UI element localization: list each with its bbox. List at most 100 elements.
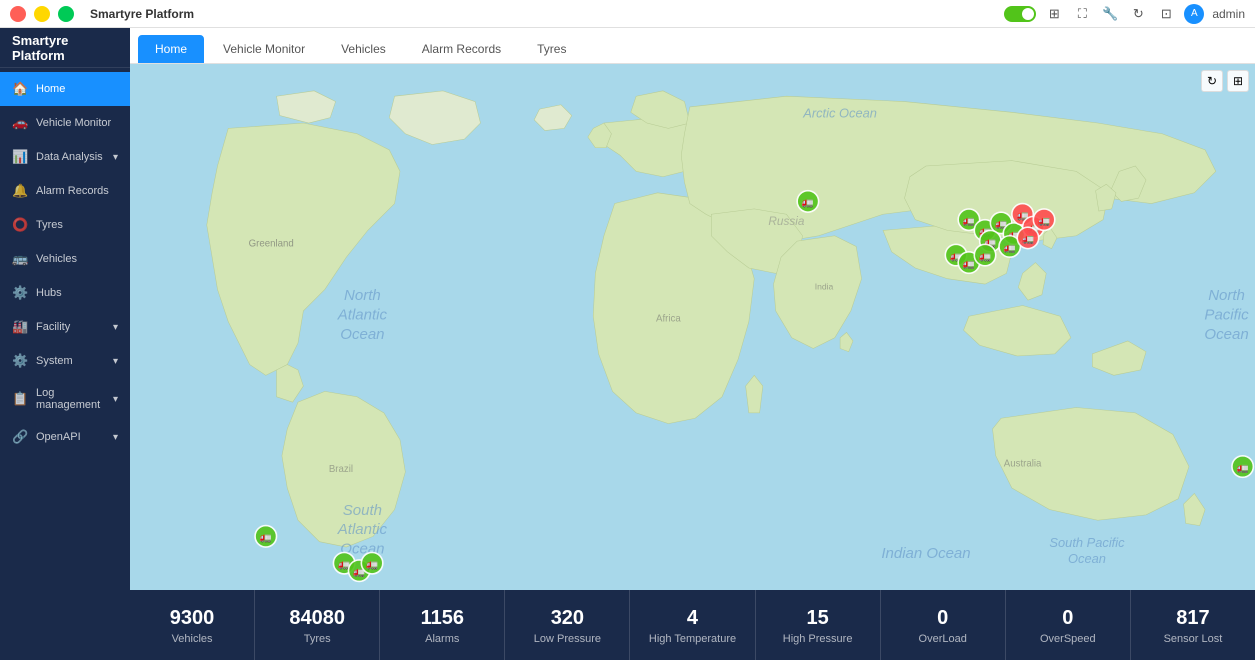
nav-icon: 📊 — [12, 149, 28, 165]
nav-label: Hubs — [36, 287, 62, 299]
world-map: North Atlantic Ocean North Pacific Ocean… — [130, 64, 1255, 590]
svg-text:South: South — [343, 502, 382, 519]
stat-value: 320 — [551, 606, 584, 630]
stat-value: 817 — [1176, 606, 1209, 630]
sidebar: Smartyre Platform 🏠 Home 🚗 Vehicle Monit… — [0, 28, 130, 660]
expand-icon: ▾ — [113, 152, 118, 163]
svg-text:🚛: 🚛 — [1038, 216, 1050, 227]
expand-icon: ▾ — [113, 356, 118, 367]
nav-icon: 🏭 — [12, 319, 28, 335]
svg-text:🚛: 🚛 — [366, 559, 378, 570]
expand-icon[interactable]: ⊡ — [1156, 4, 1176, 24]
svg-text:🚛: 🚛 — [802, 198, 814, 209]
svg-text:Brazil: Brazil — [329, 464, 353, 475]
sidebar-item-data-analysis[interactable]: 📊 Data Analysis ▾ — [0, 140, 130, 174]
close-btn[interactable] — [10, 6, 26, 22]
nav-label: Tyres — [36, 219, 63, 231]
map-refresh-btn[interactable]: ↻ — [1201, 70, 1223, 92]
maximize-btn[interactable] — [58, 6, 74, 22]
stat-sensor-lost: 817 Sensor Lost — [1131, 590, 1255, 660]
svg-text:🚛: 🚛 — [1237, 463, 1249, 474]
tab-tyres[interactable]: Tyres — [520, 35, 583, 63]
sidebar-item-home[interactable]: 🏠 Home — [0, 72, 130, 106]
stats-bar: 9300 Vehicles 84080 Tyres 1156 Alarms 32… — [130, 590, 1255, 660]
sidebar-item-system[interactable]: ⚙️ System ▾ — [0, 344, 130, 378]
stat-value: 15 — [806, 606, 828, 630]
svg-text:Atlantic: Atlantic — [337, 521, 388, 538]
stat-vehicles: 9300 Vehicles — [130, 590, 255, 660]
svg-text:Australia: Australia — [1004, 459, 1042, 470]
svg-text:🚛: 🚛 — [963, 259, 975, 270]
stat-overload: 0 OverLoad — [881, 590, 1006, 660]
stat-label: OverLoad — [919, 633, 967, 645]
tab-vehicles[interactable]: Vehicles — [324, 35, 403, 63]
map-controls: ↻ ⊞ — [1195, 64, 1255, 98]
nav-label: Data Analysis — [36, 151, 103, 163]
titlebar-left: Smartyre Platform — [10, 6, 194, 22]
expand-icon: ▾ — [113, 432, 118, 443]
sidebar-item-vehicles[interactable]: 🚌 Vehicles — [0, 242, 130, 276]
nav-label: Vehicles — [36, 253, 77, 265]
stat-label: High Pressure — [783, 633, 853, 645]
svg-text:Africa: Africa — [656, 314, 681, 325]
svg-text:Pacific: Pacific — [1204, 306, 1249, 323]
stat-overspeed: 0 OverSpeed — [1006, 590, 1131, 660]
sidebar-item-hubs[interactable]: ⚙️ Hubs — [0, 276, 130, 310]
titlebar: Smartyre Platform ⊞ ⛶ 🔧 ↻ ⊡ A admin — [0, 0, 1255, 28]
nav-label: Vehicle Monitor — [36, 117, 111, 129]
map-container[interactable]: North Atlantic Ocean North Pacific Ocean… — [130, 64, 1255, 590]
nav-label: Alarm Records — [36, 185, 109, 197]
svg-text:Ocean: Ocean — [1204, 326, 1248, 343]
svg-text:North: North — [1208, 287, 1245, 304]
svg-text:Greenland: Greenland — [249, 238, 294, 249]
layout-icon[interactable]: ⊞ — [1044, 4, 1064, 24]
nav-icon: ⚙️ — [12, 353, 28, 369]
stat-high-pressure: 15 High Pressure — [756, 590, 881, 660]
sidebar-item-openapi[interactable]: 🔗 OpenAPI ▾ — [0, 420, 130, 454]
svg-text:North: North — [344, 287, 381, 304]
minimize-btn[interactable] — [34, 6, 50, 22]
nav-icon: 🏠 — [12, 81, 28, 97]
tab-alarm-records[interactable]: Alarm Records — [405, 35, 518, 63]
nav-icon: 🚗 — [12, 115, 28, 131]
nav-label: Log management — [36, 387, 105, 411]
sidebar-nav: 🏠 Home 🚗 Vehicle Monitor 📊 Data Analysis… — [0, 68, 130, 660]
sidebar-item-vehicle-monitor[interactable]: 🚗 Vehicle Monitor — [0, 106, 130, 140]
svg-text:Atlantic: Atlantic — [337, 306, 388, 323]
sidebar-item-alarm-records[interactable]: 🔔 Alarm Records — [0, 174, 130, 208]
app-title: Smartyre Platform — [90, 7, 194, 21]
sidebar-item-tyres[interactable]: ⭕ Tyres — [0, 208, 130, 242]
svg-text:🚛: 🚛 — [1022, 234, 1034, 245]
expand-icon: ▾ — [113, 394, 118, 405]
nav-label: System — [36, 355, 73, 367]
map-expand-btn[interactable]: ⊞ — [1227, 70, 1249, 92]
expand-icon: ▾ — [113, 322, 118, 333]
svg-text:Indian Ocean: Indian Ocean — [881, 545, 970, 562]
stat-high-temperature: 4 High Temperature — [630, 590, 755, 660]
tab-home[interactable]: Home — [138, 35, 204, 63]
svg-text:🚛: 🚛 — [963, 216, 975, 227]
stat-value: 84080 — [289, 606, 345, 630]
sidebar-item-facility[interactable]: 🏭 Facility ▾ — [0, 310, 130, 344]
stat-label: Low Pressure — [534, 633, 601, 645]
theme-toggle[interactable] — [1004, 6, 1036, 22]
nav-icon: 📋 — [12, 391, 28, 407]
svg-text:India: India — [815, 281, 834, 291]
tab-vehicle-monitor[interactable]: Vehicle Monitor — [206, 35, 322, 63]
sidebar-item-log-management[interactable]: 📋 Log management ▾ — [0, 378, 130, 420]
svg-text:Ocean: Ocean — [1068, 551, 1106, 566]
svg-text:Russia: Russia — [768, 214, 804, 228]
svg-text:Arctic Ocean: Arctic Ocean — [802, 106, 877, 121]
stat-value: 0 — [1062, 606, 1073, 630]
stat-alarms: 1156 Alarms — [380, 590, 505, 660]
nav-icon: ⭕ — [12, 217, 28, 233]
settings-icon[interactable]: 🔧 — [1100, 4, 1120, 24]
nav-icon: 🔗 — [12, 429, 28, 445]
stat-value: 4 — [687, 606, 698, 630]
refresh-icon[interactable]: ↻ — [1128, 4, 1148, 24]
main-content: HomeVehicle MonitorVehiclesAlarm Records… — [130, 28, 1255, 660]
fullscreen-icon[interactable]: ⛶ — [1072, 4, 1092, 24]
nav-icon: 🚌 — [12, 251, 28, 267]
stat-label: High Temperature — [649, 633, 736, 645]
stat-value: 0 — [937, 606, 948, 630]
